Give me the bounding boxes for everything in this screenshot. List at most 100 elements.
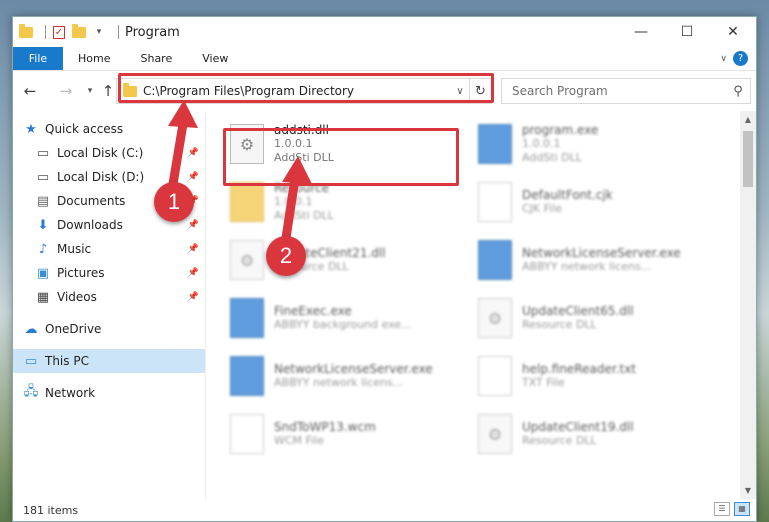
sidebar-item-videos[interactable]: ▦ Videos 📌	[13, 285, 205, 309]
search-input[interactable]: Search Program ⚲	[501, 78, 751, 104]
properties-icon[interactable]: ✓	[52, 25, 66, 39]
search-icon[interactable]: ⚲	[726, 84, 750, 99]
file-description: AddSti DLL	[522, 151, 582, 164]
dll-file-icon	[478, 414, 512, 454]
list-item[interactable]: program.exe 1.0.0.1 AddSti DLL	[478, 119, 708, 169]
sidebar-item-label: Network	[45, 386, 96, 400]
tiles-view-icon[interactable]: ▦	[734, 502, 750, 516]
star-icon: ★	[25, 121, 37, 137]
file-icon	[478, 356, 512, 396]
list-item[interactable]: FineExec.exe ABBYY background exe...	[230, 293, 460, 343]
file-name: program.exe	[522, 123, 599, 137]
maximize-button[interactable]: ☐	[664, 17, 710, 47]
file-description: WCM File	[274, 434, 324, 447]
refresh-icon[interactable]: ↻	[469, 79, 491, 103]
list-item[interactable]: NetworkLicenseServer.exe ABBYY network l…	[478, 235, 708, 285]
sidebar-item-music[interactable]: ♪ Music 📌	[13, 237, 205, 261]
tab-file[interactable]: File	[13, 47, 63, 70]
close-button[interactable]: ✕	[710, 17, 756, 47]
network-icon: 🖧	[23, 384, 39, 399]
sidebar-item-label: Local Disk (D:)	[57, 170, 145, 184]
file-description: AddSti DLL	[274, 151, 334, 164]
sidebar-item-label: Videos	[57, 290, 97, 304]
details-view-icon[interactable]: ☰	[714, 502, 730, 516]
ribbon: File Home Share View ∨ ?	[13, 47, 756, 71]
file-description: Resource DLL	[522, 434, 597, 447]
divider	[118, 25, 119, 39]
navigation-pane: ★ Quick access ▭ Local Disk (C:) 📌 ▭ Loc…	[13, 111, 205, 499]
file-version: 1.0.0.1	[274, 137, 313, 150]
help-icon[interactable]: ?	[733, 51, 748, 66]
file-name: NetworkLicenseServer.exe	[274, 362, 433, 376]
list-item[interactable]: Resource 1.0.0.1 AddSti DLL	[230, 177, 460, 227]
pin-icon[interactable]: 📌	[188, 244, 199, 254]
list-item[interactable]: help.fineReader.txt TXT File	[478, 351, 708, 401]
videos-icon: ▦	[36, 289, 50, 305]
file-description: ABBYY background exe...	[274, 318, 412, 331]
pictures-icon: ▣	[36, 265, 50, 281]
file-name: help.fineReader.txt	[522, 362, 636, 376]
sidebar-item-label: This PC	[45, 354, 89, 368]
pin-icon[interactable]: 📌	[188, 148, 199, 158]
file-description: ABBYY network licens...	[522, 260, 652, 273]
file-name: addsti.dll	[274, 123, 329, 137]
recent-locations-icon[interactable]: ▾	[83, 86, 97, 96]
list-item[interactable]: addsti.dll 1.0.0.1 AddSti DLL	[230, 119, 460, 169]
folder-icon[interactable]	[19, 23, 33, 39]
sidebar-item-quick-access[interactable]: ★ Quick access	[13, 117, 205, 141]
title-bar: ✓ ▾ Program — ☐ ✕	[13, 17, 756, 47]
file-name: UpdateClient19.dll	[522, 420, 634, 434]
file-description: Resource DLL	[522, 318, 597, 331]
scroll-down-icon[interactable]: ▼	[740, 486, 756, 495]
computer-icon: ▭	[24, 353, 38, 369]
file-list: addsti.dll 1.0.0.1 AddSti DLL Resource 1…	[205, 111, 756, 499]
chevron-down-icon[interactable]: ∨	[451, 86, 469, 97]
file-description: CJK File	[522, 202, 563, 215]
scroll-up-icon[interactable]: ▲	[740, 115, 756, 124]
search-placeholder[interactable]: Search Program	[512, 84, 726, 98]
sidebar-item-local-disk-c[interactable]: ▭ Local Disk (C:) 📌	[13, 141, 205, 165]
sidebar-item-network[interactable]: 🖧 Network	[13, 381, 205, 405]
vertical-scrollbar[interactable]: ▲ ▼	[740, 111, 756, 499]
file-name: NetworkLicenseServer.exe	[522, 246, 681, 260]
pin-icon[interactable]: 📌	[188, 172, 199, 182]
sidebar-item-pictures[interactable]: ▣ Pictures 📌	[13, 261, 205, 285]
tab-home[interactable]: Home	[63, 47, 125, 70]
tab-share[interactable]: Share	[125, 47, 187, 70]
music-icon: ♪	[38, 241, 48, 257]
pin-icon[interactable]: 📌	[188, 220, 199, 230]
tab-view[interactable]: View	[187, 47, 243, 70]
new-folder-icon[interactable]	[72, 23, 86, 39]
file-description: ABBYY network licens...	[274, 376, 404, 389]
file-version: 1.0.0.1	[522, 137, 561, 150]
sidebar-item-label: Pictures	[57, 266, 105, 280]
list-item[interactable]: NetworkLicenseServer.exe ABBYY network l…	[230, 351, 460, 401]
file-name: UpdateClient65.dll	[522, 304, 634, 318]
sidebar-item-label: Documents	[57, 194, 126, 208]
address-bar[interactable]: C:\Program Files\Program Directory ∨ ↻	[116, 78, 492, 104]
address-path[interactable]: C:\Program Files\Program Directory	[143, 84, 451, 98]
list-item[interactable]: UpdateClient19.dll Resource DLL	[478, 409, 708, 459]
customize-toolbar-icon[interactable]: ▾	[92, 25, 106, 39]
sidebar-item-this-pc[interactable]: ▭ This PC	[13, 349, 205, 373]
minimize-button[interactable]: —	[618, 17, 664, 47]
list-item[interactable]: UpdateClient21.dll Resource DLL	[230, 235, 460, 285]
back-arrow-icon[interactable]: ←	[19, 82, 41, 100]
file-description: AddSti DLL	[274, 209, 334, 222]
documents-icon: ▤	[36, 193, 50, 209]
list-item[interactable]: DefaultFont.cjk CJK File	[478, 177, 708, 227]
forward-arrow-icon[interactable]: →	[55, 82, 77, 100]
sidebar-item-label: Quick access	[45, 122, 124, 136]
expand-ribbon-icon[interactable]: ∨	[720, 54, 727, 64]
scroll-thumb[interactable]	[743, 131, 753, 187]
pin-icon[interactable]: 📌	[188, 268, 199, 278]
exe-file-icon	[230, 356, 264, 396]
pin-icon[interactable]: 📌	[188, 292, 199, 302]
dll-file-icon	[230, 124, 264, 164]
drive-icon: ▭	[36, 145, 50, 161]
window-controls: — ☐ ✕	[618, 17, 756, 47]
list-item[interactable]: UpdateClient65.dll Resource DLL	[478, 293, 708, 343]
list-item[interactable]: SndToWP13.wcm WCM File	[230, 409, 460, 459]
drive-icon: ▭	[36, 169, 50, 185]
sidebar-item-onedrive[interactable]: ☁ OneDrive	[13, 317, 205, 341]
